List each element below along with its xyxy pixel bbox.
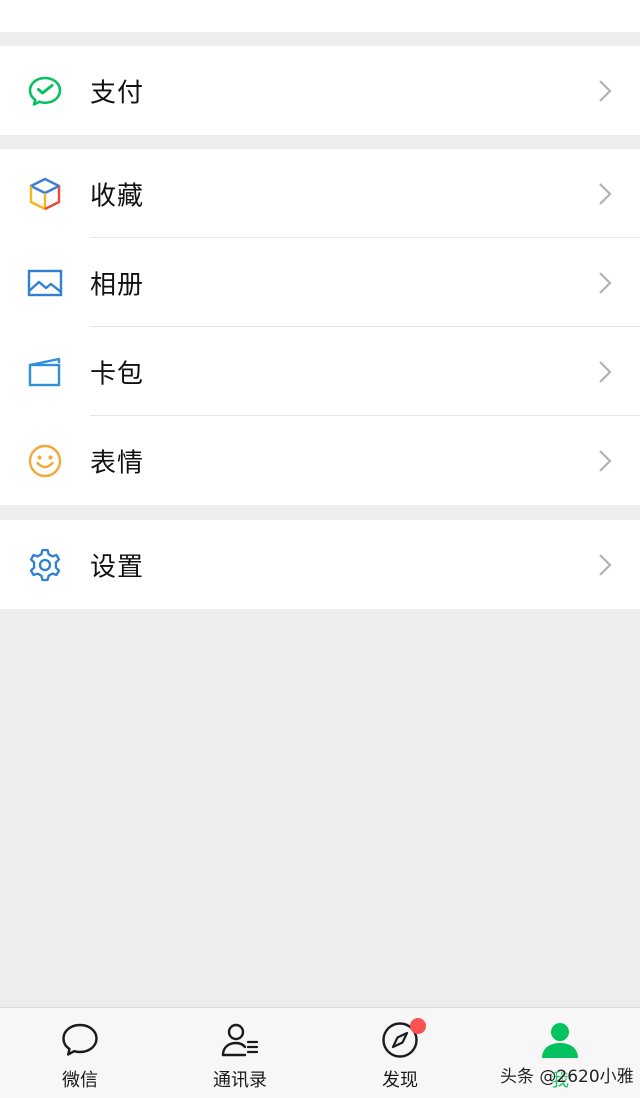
menu-item-stickers[interactable]: 表情 <box>0 416 640 505</box>
cube-icon <box>26 175 64 213</box>
tab-label: 发现 <box>382 1070 418 1091</box>
group-pay: 支付 <box>0 46 640 135</box>
person-icon <box>542 1023 578 1058</box>
chevron-right-icon <box>599 79 612 102</box>
smiley-icon <box>26 442 64 480</box>
tab-label: 通讯录 <box>213 1070 267 1091</box>
tab-discover[interactable]: 发现 <box>320 1008 480 1098</box>
menu-item-label: 卡包 <box>90 359 145 389</box>
chevron-right-icon <box>599 449 612 472</box>
chevron-right-icon <box>599 271 612 294</box>
tab-chats[interactable]: 微信 <box>0 1008 160 1098</box>
menu-item-label: 收藏 <box>90 181 145 211</box>
chat-bubble-icon <box>62 1023 98 1056</box>
gear-icon <box>26 546 64 584</box>
chevron-right-icon <box>599 360 612 383</box>
menu-item-pay[interactable]: 支付 <box>0 46 640 135</box>
menu-item-label: 设置 <box>90 552 145 582</box>
wechat-pay-icon <box>26 72 64 110</box>
contacts-icon <box>221 1023 259 1057</box>
menu-item-label: 表情 <box>90 448 145 478</box>
group-features: 收藏 相册 卡包 表情 <box>0 149 640 505</box>
tab-label: 微信 <box>62 1070 98 1091</box>
menu-item-cards[interactable]: 卡包 <box>0 327 640 416</box>
chevron-right-icon <box>599 553 612 576</box>
menu-item-album[interactable]: 相册 <box>0 238 640 327</box>
chevron-right-icon <box>599 182 612 205</box>
card-wallet-icon <box>26 353 64 391</box>
watermark: 头条 @2620小雅 <box>500 1067 634 1087</box>
menu-item-favorites[interactable]: 收藏 <box>0 149 640 238</box>
profile-header-bottom[interactable] <box>0 0 640 32</box>
tab-contacts[interactable]: 通讯录 <box>160 1008 320 1098</box>
group-settings: 设置 <box>0 520 640 609</box>
menu-item-settings[interactable]: 设置 <box>0 520 640 609</box>
discover-badge <box>410 1018 426 1034</box>
menu-item-label: 相册 <box>90 270 145 300</box>
image-icon <box>26 264 64 302</box>
menu-item-label: 支付 <box>90 78 145 108</box>
